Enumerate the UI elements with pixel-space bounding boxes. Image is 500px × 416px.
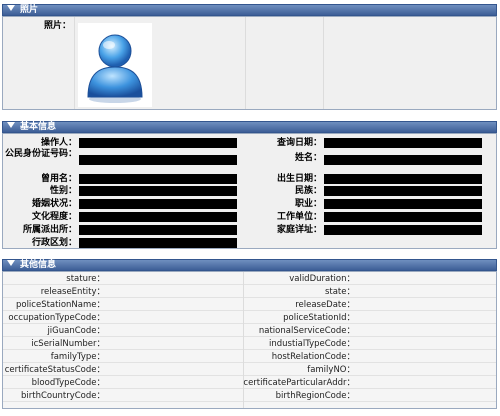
field-label-occupation: 职业： [294, 199, 322, 209]
section-title-basic: 基本信息 [20, 122, 57, 132]
section-header-photo[interactable]: 照片 [2, 4, 497, 16]
redacted-value [324, 225, 482, 235]
field-label-certificate-status-code: certificateStatusCode： [4, 365, 105, 375]
collapse-triangle-icon[interactable] [7, 5, 15, 11]
field-label-district: 行政区划： [31, 238, 77, 248]
redacted-value [79, 186, 237, 196]
field-label-police-station-name: policeStationName： [15, 300, 105, 310]
redacted-value [79, 212, 237, 222]
field-label-jiguan-code: jiGuanCode： [47, 326, 105, 336]
photo-panel: 照片： [2, 16, 497, 110]
field-label-query-date: 查询日期： [276, 138, 322, 148]
field-label-police-station: 所属派出所： [22, 225, 77, 235]
collapse-triangle-icon[interactable] [7, 260, 15, 266]
photo-label: 照片： [43, 21, 71, 31]
section-title-other: 其他信息 [20, 260, 57, 270]
field-label-name: 姓名： [294, 153, 322, 163]
field-label-valid-duration: validDuration： [289, 274, 355, 284]
redacted-value [79, 238, 237, 248]
user-avatar-icon [87, 34, 143, 103]
redacted-value [79, 199, 237, 209]
field-label-operator: 操作人： [40, 138, 77, 148]
field-label-birth-region-code: birthRegionCode： [275, 391, 355, 401]
field-label-ic-serial-number: icSerialNumber： [31, 339, 105, 349]
field-label-blood-type-code: bloodTypeCode： [31, 378, 105, 388]
field-label-id-number: 公民身份证号码： [5, 149, 78, 159]
field-label-release-date: releaseDate： [295, 300, 355, 310]
basic-info-panel: 操作人： 公民身份证号码： 曾用名： 性别： 婚姻状况： 文化程度： 所属派出所… [2, 133, 497, 249]
field-label-birth-country-code: birthCountryCode： [21, 391, 105, 401]
field-label-industrial-type-code: industialTypeCode： [268, 339, 355, 349]
redacted-value [324, 155, 482, 165]
section-title-photo: 照片 [20, 5, 39, 15]
section-header-other[interactable]: 其他信息 [2, 259, 497, 271]
collapse-triangle-icon[interactable] [7, 122, 15, 128]
field-label-national-service-code: nationalServiceCode： [258, 326, 355, 336]
field-label-host-relation-code: hostRelationCode： [271, 352, 355, 362]
redacted-value [79, 138, 237, 148]
field-label-former-name: 曾用名： [40, 174, 77, 184]
field-label-family-no: familyNO： [307, 365, 355, 375]
field-label-certificate-particular-addr: certificateParticularAddr： [243, 378, 355, 388]
photo-frame [78, 23, 152, 107]
other-info-panel: stature： releaseEntity： policeStationNam… [2, 271, 497, 409]
field-label-birth-date: 出生日期： [276, 174, 322, 184]
field-label-ethnicity: 民族： [294, 186, 322, 196]
field-label-marital-status: 婚姻状况： [31, 199, 77, 209]
field-label-state: state： [324, 287, 355, 297]
redacted-value [324, 186, 482, 196]
field-label-education: 文化程度： [31, 212, 77, 222]
redacted-value [324, 199, 482, 209]
field-label-gender: 性别： [49, 186, 77, 196]
field-label-stature: stature： [66, 274, 105, 284]
redacted-value [79, 225, 237, 235]
section-header-basic[interactable]: 基本信息 [2, 121, 497, 133]
redacted-value [79, 174, 237, 184]
redacted-value [324, 212, 482, 222]
redacted-value [324, 174, 482, 184]
field-label-home-address: 家庭详址： [276, 225, 322, 235]
redacted-value [324, 138, 482, 148]
field-label-release-entity: releaseEntity： [40, 287, 105, 297]
field-label-occupation-type-code: occupationTypeCode： [8, 313, 105, 323]
field-label-family-type: familyType： [50, 352, 105, 362]
field-label-employer: 工作单位： [276, 212, 322, 222]
field-label-police-station-id: policeStationId： [283, 313, 355, 323]
redacted-value [79, 155, 237, 165]
